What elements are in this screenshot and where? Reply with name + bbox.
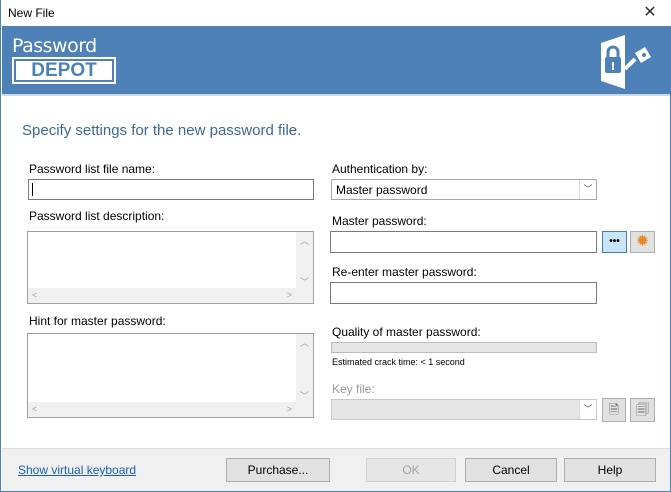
horizontal-scrollbar[interactable]: < > — [28, 288, 296, 303]
virtual-keyboard-link[interactable]: Show virtual keyboard — [18, 463, 136, 477]
scrollbar-corner — [296, 288, 313, 303]
page-heading: Specify settings for the new password fi… — [22, 122, 302, 139]
create-keyfile-button[interactable]: 🗐 — [630, 398, 655, 422]
file-name-label: Password list file name: — [29, 162, 156, 176]
window-title: New File — [8, 6, 55, 20]
description-textarea[interactable]: ︿ ﹀ < > — [27, 231, 314, 304]
password-depot-logo: Password DEPOT — [12, 36, 116, 86]
master-password-label: Master password: — [332, 214, 427, 228]
scrollbar-corner — [296, 402, 313, 417]
horizontal-scrollbar[interactable]: < > — [28, 402, 296, 417]
description-label: Password list description: — [29, 209, 165, 223]
auth-label: Authentication by: — [332, 162, 428, 176]
lock-key-icon — [601, 35, 651, 89]
close-icon[interactable]: ✕ — [637, 2, 663, 22]
hint-label: Hint for master password: — [29, 314, 166, 328]
hint-textarea[interactable]: ︿ ﹀ < > — [27, 333, 314, 418]
show-password-button[interactable]: ••• — [602, 231, 627, 253]
text-cursor — [32, 183, 33, 196]
quality-label: Quality of master password: — [332, 325, 481, 339]
reenter-label: Re-enter master password: — [332, 265, 477, 279]
browse-keyfile-button[interactable]: 🗎 — [602, 398, 626, 422]
master-password-input[interactable] — [330, 231, 597, 253]
crack-time-text: Estimated crack time: < 1 second — [332, 357, 465, 367]
title-bar: New File ✕ — [1, 0, 671, 26]
gear-icon: ✹ — [635, 233, 650, 250]
cancel-button[interactable]: Cancel — [465, 458, 557, 482]
chevron-down-icon: ﹀ — [579, 400, 596, 419]
chevron-down-icon: ﹀ — [579, 180, 596, 199]
new-file-dialog: New File ✕ Password DEPOT Specify settin… — [0, 0, 671, 492]
help-button[interactable]: Help — [564, 458, 656, 482]
generate-password-button[interactable]: ✹ — [630, 231, 655, 253]
auth-select[interactable]: Master password ﹀ — [331, 179, 597, 200]
keyfile-label: Key file: — [332, 382, 375, 396]
purchase-button[interactable]: Purchase... — [226, 458, 330, 482]
open-file-icon: 🗎 — [608, 402, 620, 417]
reenter-password-input[interactable] — [330, 282, 597, 304]
quality-progress-bar — [331, 342, 597, 353]
file-gear-icon: 🗐 — [636, 402, 649, 417]
vertical-scrollbar[interactable]: ︿ ﹀ — [296, 334, 313, 402]
vertical-scrollbar[interactable]: ︿ ﹀ — [296, 232, 313, 288]
auth-value: Master password — [336, 183, 428, 197]
keyfile-select[interactable]: ﹀ — [331, 399, 597, 420]
ok-button[interactable]: OK — [366, 458, 456, 482]
file-name-input[interactable] — [28, 179, 314, 200]
header-banner: Password DEPOT — [2, 26, 670, 96]
